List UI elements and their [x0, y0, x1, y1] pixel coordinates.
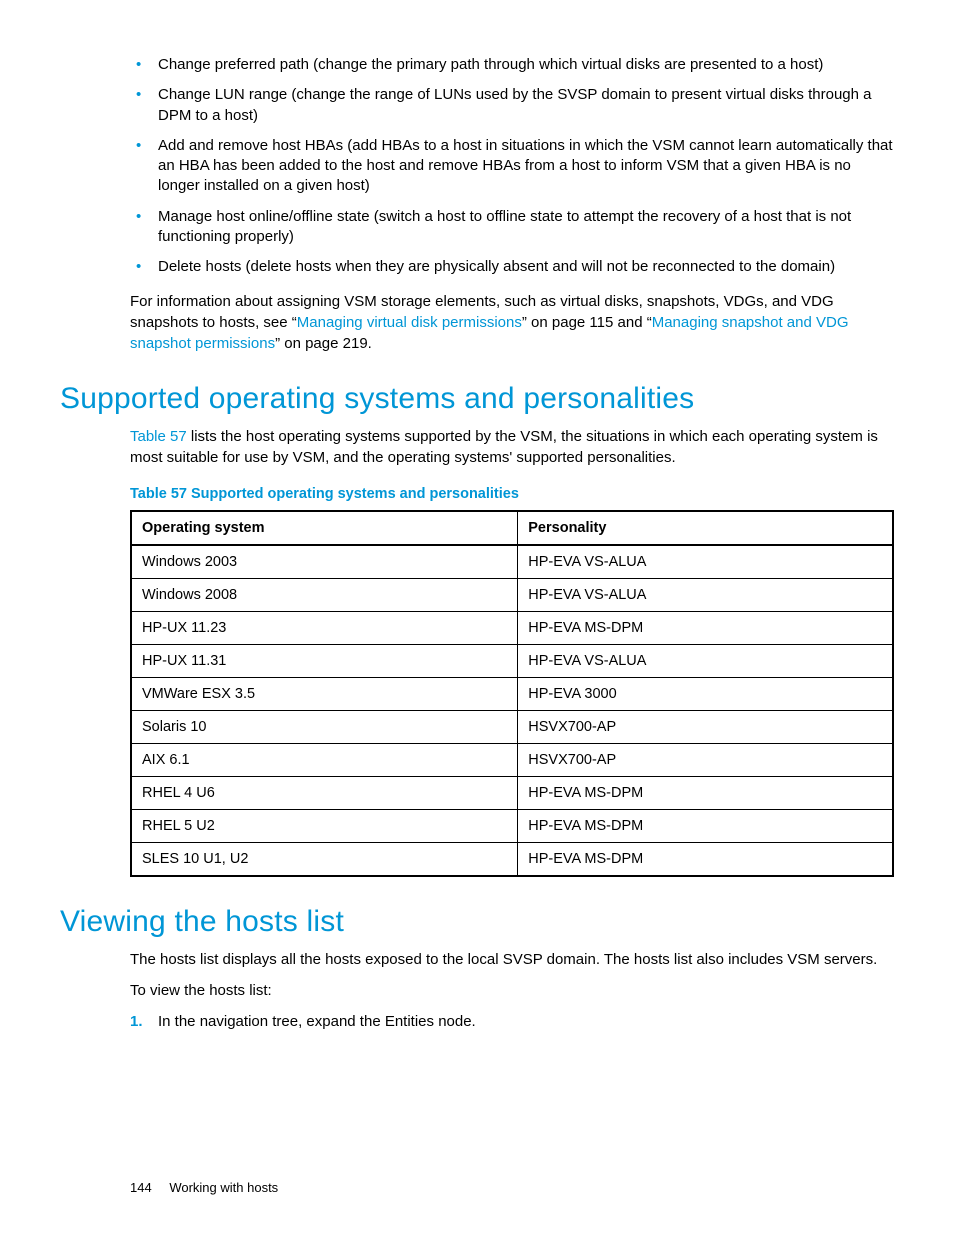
heading-viewing-hosts: Viewing the hosts list [60, 905, 894, 939]
table-header-row: Operating system Personality [131, 511, 893, 545]
bullet-list: Change preferred path (change the primar… [130, 55, 894, 277]
table-row: Windows 2003HP-EVA VS-ALUA [131, 545, 893, 579]
intro-paragraph: Table 57 lists the host operating system… [130, 426, 894, 468]
table-row: SLES 10 U1, U2HP-EVA MS-DPM [131, 843, 893, 877]
table-row: Solaris 10HSVX700-AP [131, 711, 893, 744]
cell: HP-EVA MS-DPM [518, 810, 893, 843]
cell: HP-EVA MS-DPM [518, 612, 893, 645]
page-footer: 144 Working with hosts [130, 1180, 278, 1195]
steps-list: In the navigation tree, expand the Entit… [130, 1011, 894, 1032]
table-caption: Table 57 Supported operating systems and… [130, 486, 894, 502]
footer-label: Working with hosts [169, 1180, 278, 1195]
cell: HP-UX 11.23 [131, 612, 518, 645]
bullet-item: Add and remove host HBAs (add HBAs to a … [130, 136, 894, 197]
hosts-paragraph-2: To view the hosts list: [130, 980, 894, 1001]
cell: HSVX700-AP [518, 711, 893, 744]
cell: HP-UX 11.31 [131, 645, 518, 678]
bullet-item: Change preferred path (change the primar… [130, 55, 894, 75]
cell: HP-EVA MS-DPM [518, 843, 893, 877]
link-virtual-disk-permissions[interactable]: Managing virtual disk permissions [297, 314, 522, 331]
bullet-item: Delete hosts (delete hosts when they are… [130, 257, 894, 277]
cell: Windows 2008 [131, 579, 518, 612]
table-row: HP-UX 11.31HP-EVA VS-ALUA [131, 645, 893, 678]
cell: Windows 2003 [131, 545, 518, 579]
cell: HP-EVA VS-ALUA [518, 579, 893, 612]
th-personality: Personality [518, 511, 893, 545]
cell: HP-EVA VS-ALUA [518, 645, 893, 678]
text: lists the host operating systems support… [130, 428, 878, 466]
cell: Solaris 10 [131, 711, 518, 744]
cell: HSVX700-AP [518, 744, 893, 777]
table-row: VMWare ESX 3.5HP-EVA 3000 [131, 678, 893, 711]
table-row: Windows 2008HP-EVA VS-ALUA [131, 579, 893, 612]
heading-supported-os: Supported operating systems and personal… [60, 382, 894, 416]
os-table: Operating system Personality Windows 200… [130, 510, 894, 877]
cell: HP-EVA VS-ALUA [518, 545, 893, 579]
table-row: HP-UX 11.23HP-EVA MS-DPM [131, 612, 893, 645]
bullet-item: Change LUN range (change the range of LU… [130, 85, 894, 126]
text: ” on page 115 and “ [522, 314, 652, 331]
th-os: Operating system [131, 511, 518, 545]
cell: AIX 6.1 [131, 744, 518, 777]
text: ” on page 219. [275, 335, 372, 352]
hosts-paragraph-1: The hosts list displays all the hosts ex… [130, 949, 894, 970]
table-row: RHEL 4 U6HP-EVA MS-DPM [131, 777, 893, 810]
link-table-57[interactable]: Table 57 [130, 428, 187, 445]
info-paragraph: For information about assigning VSM stor… [130, 291, 894, 354]
content: Change preferred path (change the primar… [130, 55, 894, 1032]
cell: HP-EVA 3000 [518, 678, 893, 711]
cell: HP-EVA MS-DPM [518, 777, 893, 810]
cell: SLES 10 U1, U2 [131, 843, 518, 877]
step-item: In the navigation tree, expand the Entit… [130, 1011, 894, 1032]
cell: VMWare ESX 3.5 [131, 678, 518, 711]
page-number: 144 [130, 1180, 152, 1195]
page: Change preferred path (change the primar… [0, 0, 954, 1235]
cell: RHEL 5 U2 [131, 810, 518, 843]
bullet-item: Manage host online/offline state (switch… [130, 207, 894, 248]
table-row: RHEL 5 U2HP-EVA MS-DPM [131, 810, 893, 843]
table-row: AIX 6.1HSVX700-AP [131, 744, 893, 777]
cell: RHEL 4 U6 [131, 777, 518, 810]
